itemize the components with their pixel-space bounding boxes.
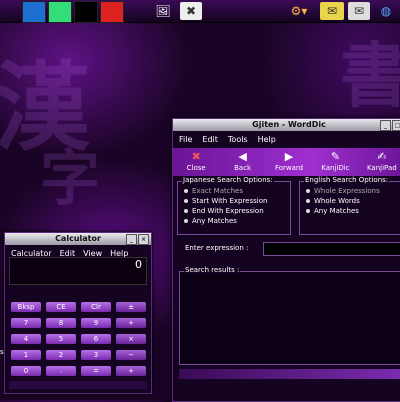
english-options-title: English Search Options:	[304, 176, 390, 184]
globe-icon[interactable]: ◍	[376, 2, 396, 20]
key-equals[interactable]: =	[81, 366, 111, 376]
search-results-box: Search results :	[179, 266, 400, 365]
worddic-menubar: File Edit Tools Help	[173, 131, 400, 147]
key-5[interactable]: 5	[46, 334, 76, 344]
workspace-1[interactable]	[22, 1, 46, 23]
back-arrow-icon: ◀	[238, 150, 247, 163]
key-8[interactable]: 8	[46, 318, 76, 328]
key-decimal[interactable]: .	[46, 366, 76, 376]
top-panel: 🖼 ✖ ⚙▾ ✉ ✉ ◍	[0, 0, 400, 23]
radio-any-matches-jp[interactable]: Any Matches	[184, 216, 267, 226]
forward-arrow-icon: ▶	[284, 150, 294, 163]
key-plus[interactable]: +	[116, 366, 146, 376]
menu-edit[interactable]: Edit	[202, 135, 218, 144]
worddic-toolbar: ✖ Close ◀ Back ▶ Forward ✎ KanjiDic ✍ KanjiPa…	[173, 148, 400, 176]
japanese-options-title: Japanese Search Options:	[182, 176, 274, 184]
workspace-2[interactable]	[48, 1, 72, 23]
image-viewer-icon[interactable]: 🖼	[152, 2, 174, 20]
calculator-display: 0	[9, 257, 147, 285]
key-divide[interactable]: +	[116, 318, 146, 328]
close-button[interactable]: ✖ Close	[173, 148, 219, 172]
menu-help[interactable]: Help	[258, 135, 276, 144]
search-results-label: Search results :	[184, 266, 241, 274]
settings-icon[interactable]: ✖	[180, 2, 202, 20]
kanjipad-icon: ✍	[377, 150, 387, 163]
key-7[interactable]: 7	[11, 318, 41, 328]
minimize-icon[interactable]: _	[126, 234, 137, 245]
key-ce[interactable]: CE	[46, 302, 76, 312]
key-plusminus[interactable]: ±	[116, 302, 146, 312]
kanjidic-icon: ✎	[330, 150, 341, 163]
side-text: s	[0, 348, 4, 356]
radio-whole-words[interactable]: Whole Words	[306, 196, 380, 206]
close-icon[interactable]: ×	[138, 234, 149, 245]
radio-start-with[interactable]: Start With Expression	[184, 196, 267, 206]
mail-icon[interactable]: ✉	[348, 2, 370, 20]
kanjidic-button[interactable]: ✎ KanjiDic	[312, 148, 358, 172]
english-search-options: English Search Options: Whole Expression…	[299, 176, 400, 235]
background-kanji: 書	[340, 34, 400, 117]
key-1[interactable]: 1	[11, 350, 41, 360]
kanjipad-button[interactable]: ✍ KanjiPad	[359, 148, 400, 172]
status-bar	[179, 369, 400, 379]
maximize-icon[interactable]: □	[392, 120, 400, 131]
key-0[interactable]: 0	[11, 366, 41, 376]
expression-input[interactable]	[263, 242, 400, 256]
key-4[interactable]: 4	[11, 334, 41, 344]
calculator-titlebar[interactable]: Calculator _ ×	[5, 233, 151, 245]
radio-exact-matches[interactable]: Exact Matches	[184, 186, 267, 196]
menu-file[interactable]: File	[179, 135, 192, 144]
expression-label: Enter expression :	[185, 244, 249, 252]
workspace-4[interactable]	[100, 1, 124, 23]
radio-whole-expressions[interactable]: Whole Expressions	[306, 186, 380, 196]
key-clr[interactable]: Clr	[81, 302, 111, 312]
archive-icon[interactable]: ✉	[320, 2, 344, 20]
key-bksp[interactable]: Bksp	[11, 302, 41, 312]
forward-button[interactable]: ▶ Forward	[266, 148, 312, 172]
radio-any-matches-en[interactable]: Any Matches	[306, 206, 380, 216]
key-6[interactable]: 6	[81, 334, 111, 344]
key-2[interactable]: 2	[46, 350, 76, 360]
minimize-icon[interactable]: _	[380, 120, 391, 131]
key-multiply[interactable]: ×	[116, 334, 146, 344]
close-icon: ✖	[191, 150, 201, 163]
workspace-3[interactable]	[74, 1, 98, 23]
window-title: Gjiten - WordDic	[252, 120, 326, 129]
worddic-window: Gjiten - WordDic _ □ File Edit Tools Help…	[172, 118, 400, 402]
key-3[interactable]: 3	[81, 350, 111, 360]
key-9[interactable]: 9	[81, 318, 111, 328]
background-kanji: 字	[40, 144, 100, 214]
key-minus[interactable]: −	[116, 350, 146, 360]
back-button[interactable]: ◀ Back	[219, 148, 265, 172]
network-icon[interactable]: ⚙▾	[284, 2, 314, 20]
worddic-titlebar[interactable]: Gjiten - WordDic _ □	[173, 119, 400, 131]
calculator-title: Calculator	[55, 234, 101, 243]
radio-end-with[interactable]: End With Expression	[184, 206, 267, 216]
menu-tools[interactable]: Tools	[228, 135, 248, 144]
calculator-statusbar	[9, 381, 147, 389]
japanese-search-options: Japanese Search Options: Exact Matches S…	[177, 176, 291, 235]
calculator-window: Calculator _ × Calculator Edit View Help …	[4, 232, 152, 394]
